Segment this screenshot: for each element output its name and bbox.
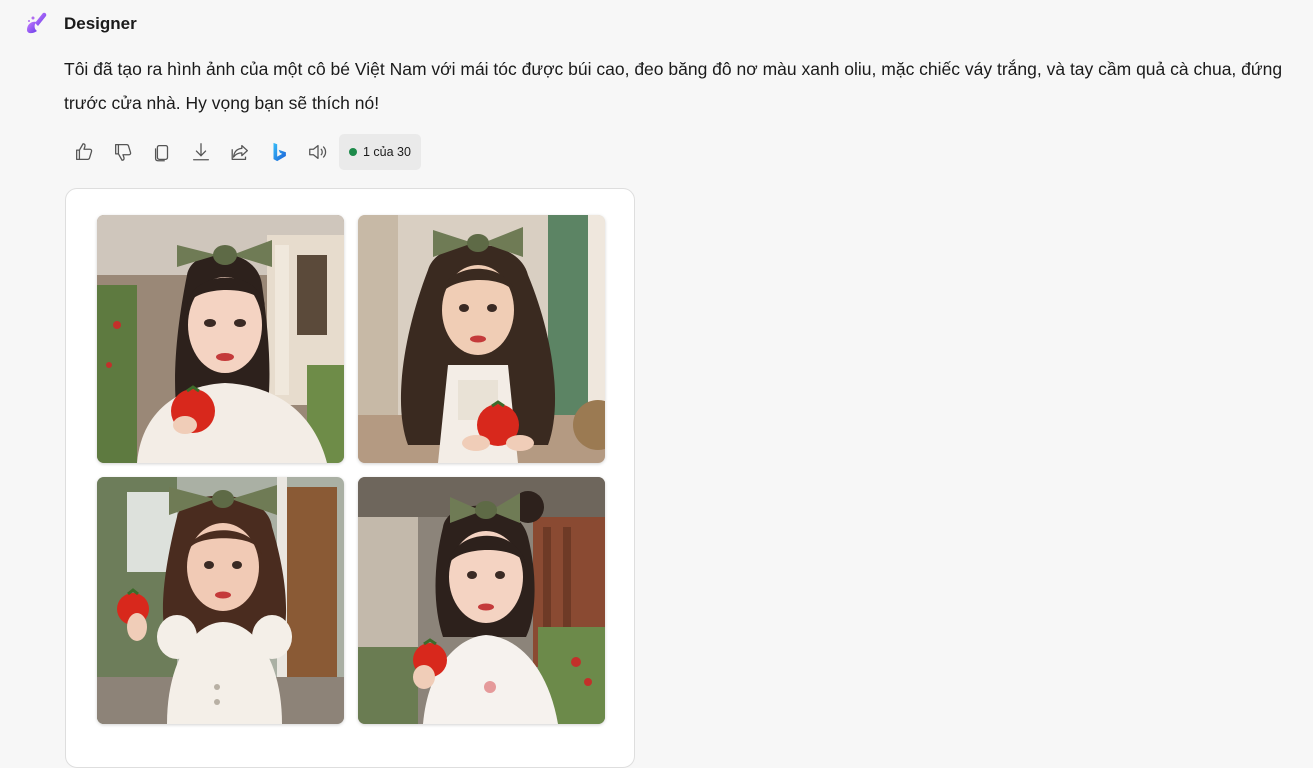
image-grid [97,215,605,724]
share-icon [231,144,248,160]
read-aloud-button[interactable] [298,135,337,169]
designer-logo-icon [27,12,47,34]
download-button[interactable] [181,135,220,169]
message-text: Tôi đã tạo ra hình ảnh của một cô bé Việ… [64,59,1283,113]
like-button[interactable] [64,135,103,169]
girl-with-tomato-image [358,477,605,724]
generated-image-1[interactable] [97,215,344,463]
bing-icon [273,142,286,162]
message-actions-toolbar: 1 của 30 [64,134,421,170]
thumbs-down-icon [114,144,131,161]
bing-button[interactable] [259,135,298,169]
generated-image-2[interactable] [358,215,605,463]
speaker-icon [308,144,326,160]
image-count-badge: 1 của 30 [339,134,421,170]
download-icon [192,143,209,161]
thumbs-up-icon [75,143,92,160]
message-header: Designer [22,10,137,38]
girl-with-tomato-image [358,215,605,463]
copy-icon [154,144,168,162]
image-count-label: 1 của 30 [363,145,411,159]
chat-message: Designer Tôi đã tạo ra hình ảnh của một … [0,0,1313,768]
girl-with-tomato-image [97,477,344,724]
image-results-card [65,188,635,768]
status-dot [349,148,357,156]
generated-image-3[interactable] [97,477,344,724]
girl-with-tomato-image [97,215,344,463]
generated-image-4[interactable] [358,477,605,724]
copy-button[interactable] [142,135,181,169]
sender-name: Designer [64,14,137,33]
dislike-button[interactable] [103,135,142,169]
share-button[interactable] [220,135,259,169]
